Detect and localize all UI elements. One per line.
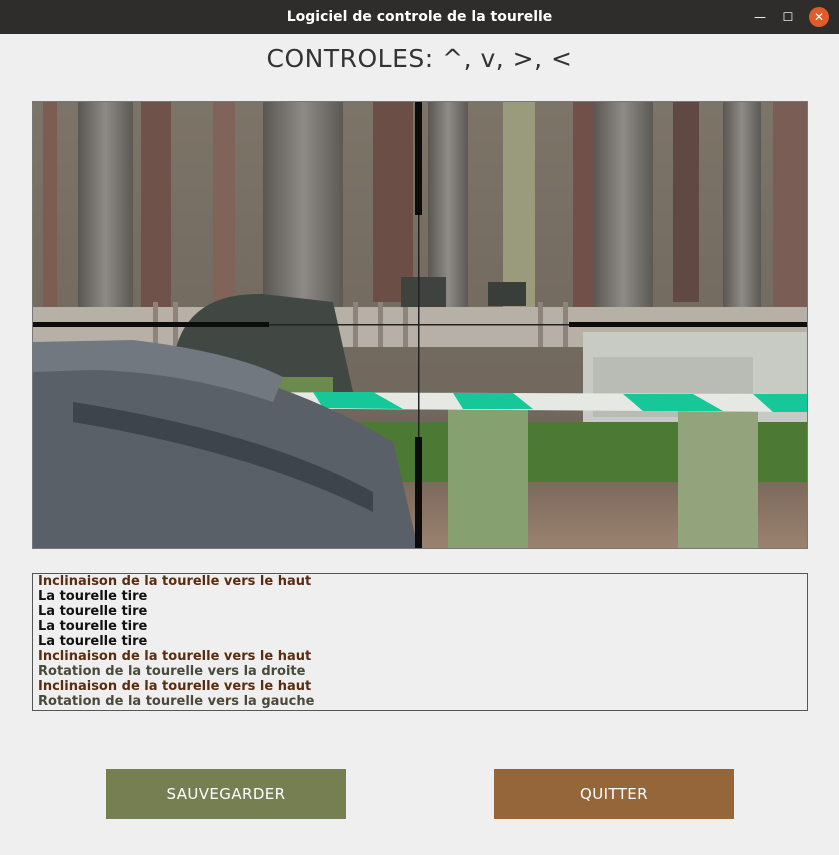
log-line: Inclinaison de la tourelle vers le haut	[38, 679, 312, 694]
log-line: Inclinaison de la tourelle vers le haut	[38, 649, 312, 664]
log-line: La tourelle tire	[38, 634, 148, 649]
minimize-icon[interactable]: —	[749, 6, 771, 28]
log-line: Rotation de la tourelle vers la gauche	[38, 694, 315, 709]
log-line: Inclinaison de la tourelle vers le haut	[38, 574, 312, 589]
log-line: Rotation de la tourelle vers la droite	[38, 664, 306, 679]
log-line: La tourelle tire	[38, 604, 148, 619]
title-bar: Logiciel de controle de la tourelle — ☐ …	[0, 0, 839, 34]
maximize-icon[interactable]: ☐	[777, 6, 799, 28]
camera-feed	[32, 101, 808, 549]
quit-button[interactable]: QUITTER	[494, 769, 734, 819]
camera-image	[33, 102, 807, 548]
log-line: La tourelle tire	[38, 619, 148, 634]
log-line: La tourelle tire	[38, 589, 148, 604]
event-log[interactable]: Inclinaison de la tourelle vers le haut L…	[32, 573, 808, 711]
window-title: Logiciel de controle de la tourelle	[286, 9, 553, 25]
close-icon[interactable]: ✕	[809, 7, 829, 27]
controls-heading: CONTROLES: ^, v, >, <	[266, 44, 573, 73]
save-button[interactable]: SAUVEGARDER	[106, 769, 346, 819]
